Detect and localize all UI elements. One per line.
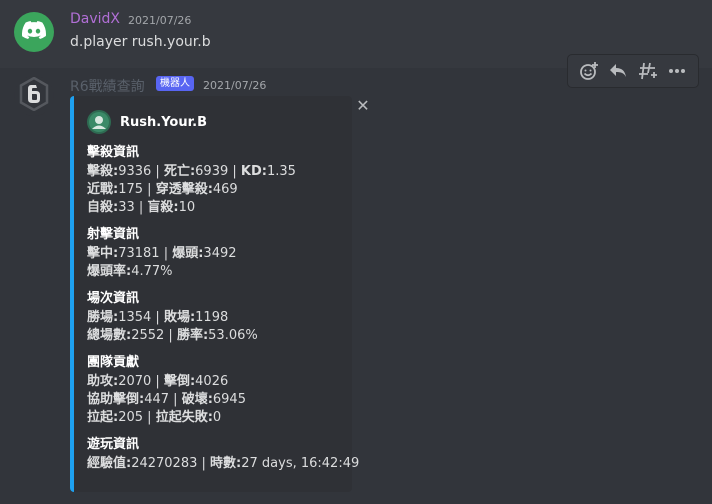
avatar-bot[interactable]	[14, 76, 54, 116]
close-icon[interactable]: ✕	[354, 96, 372, 115]
add-reaction-icon[interactable]	[577, 59, 601, 83]
field-line: 近戰:175 | 穿透擊殺:469	[87, 182, 238, 197]
rainbow-six-logo-icon	[19, 76, 49, 115]
field-title: 團隊貢獻	[87, 355, 140, 370]
field-line: 經驗值:24270283 | 時數:27 days, 16:42:49	[87, 456, 360, 471]
field-line: 勝場:1354 | 敗場:1198	[87, 310, 229, 325]
stats-embed: Rush.Your.B 擊殺資訊 擊殺:9336 | 死亡:6939 | KD:…	[70, 96, 359, 492]
field-title: 遊玩資訊	[87, 437, 140, 452]
field-line: 總場數:2552 | 勝率:53.06%	[87, 328, 258, 343]
embed-author: Rush.Your.B	[87, 110, 207, 134]
bot-badge: 機器人	[156, 76, 194, 91]
message-content: d.player rush.your.b	[70, 34, 211, 50]
avatar-davidx[interactable]	[14, 12, 54, 52]
field-line: 自殺:33 | 盲殺:10	[87, 200, 196, 215]
author-name[interactable]: Rush.Your.B	[120, 115, 207, 130]
reply-icon[interactable]	[606, 59, 630, 83]
discord-logo-icon	[21, 21, 46, 43]
field-title: 場次資訊	[87, 291, 140, 306]
field-line: 助攻:2070 | 擊倒:4026	[87, 374, 229, 389]
message-bot: R6戰績查詢 機器人 2021/07/26 Rush.Your.B 擊殺資訊 擊…	[0, 54, 712, 504]
field-line: 擊殺:9336 | 死亡:6939 | KD:1.35	[87, 164, 296, 179]
username-bot[interactable]: R6戰績查詢	[70, 76, 145, 96]
field-shooting-info: 射擊資訊 擊中:73181 | 爆頭:3492 爆頭率:4.77%	[87, 226, 237, 281]
field-kill-info: 擊殺資訊 擊殺:9336 | 死亡:6939 | KD:1.35 近戰:175 …	[87, 144, 296, 217]
create-thread-icon[interactable]	[636, 59, 660, 83]
message-actions-toolbar	[567, 54, 699, 88]
more-icon[interactable]	[665, 59, 689, 83]
timestamp: 2021/07/26	[128, 14, 192, 27]
timestamp: 2021/07/26	[203, 79, 267, 92]
field-match-info: 場次資訊 勝場:1354 | 敗場:1198 總場數:2552 | 勝率:53.…	[87, 290, 258, 345]
field-line: 協助擊倒:447 | 破壞:6945	[87, 392, 246, 407]
field-team-contribution: 團隊貢獻 助攻:2070 | 擊倒:4026 協助擊倒:447 | 破壞:694…	[87, 354, 246, 427]
field-line: 擊中:73181 | 爆頭:3492	[87, 246, 237, 261]
username-davidx[interactable]: DavidX	[70, 11, 120, 27]
author-avatar[interactable]	[87, 110, 111, 134]
field-title: 擊殺資訊	[87, 145, 140, 160]
field-line: 拉起:205 | 拉起失敗:0	[87, 410, 222, 425]
field-title: 射擊資訊	[87, 227, 140, 242]
field-line: 爆頭率:4.77%	[87, 264, 173, 279]
field-play-info: 遊玩資訊 經驗值:24270283 | 時數:27 days, 16:42:49	[87, 436, 359, 473]
